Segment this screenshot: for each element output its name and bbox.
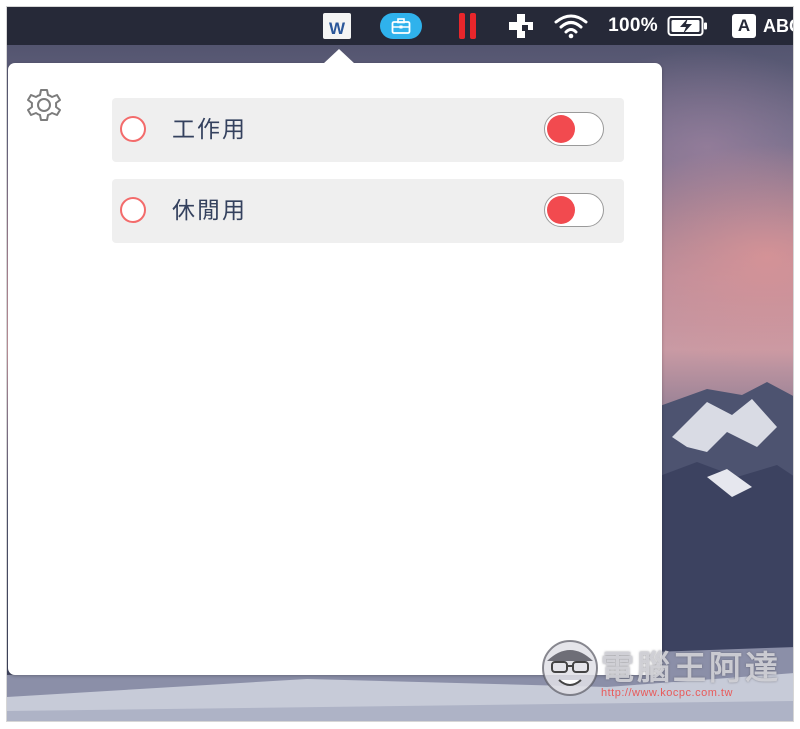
gear-icon xyxy=(27,89,61,121)
puzzle-menu-item[interactable] xyxy=(503,7,539,45)
profile-radio-work[interactable] xyxy=(120,116,146,142)
popover-arrow xyxy=(323,49,355,64)
profile-label-work: 工作用 xyxy=(172,117,247,143)
menu-bar: W 100% A AB xyxy=(7,7,793,45)
profile-toggle-leisure[interactable] xyxy=(544,193,604,227)
profile-row-work[interactable]: 工作用 xyxy=(112,98,624,162)
input-source-name: ABC xyxy=(763,15,793,36)
pause-icon xyxy=(459,13,476,39)
mascot-face-icon xyxy=(542,640,598,696)
battery-charging-icon xyxy=(667,16,707,36)
input-source-icon: A xyxy=(732,14,756,38)
profile-row-leisure[interactable]: 休閒用 xyxy=(112,179,624,243)
pause-menu-item[interactable] xyxy=(453,7,483,45)
input-source-menu-item[interactable]: A xyxy=(729,7,759,45)
profile-toggle-work[interactable] xyxy=(544,112,604,146)
battery-percentage: 100% xyxy=(608,15,658,36)
watermark-url: http://www.kocpc.com.tw xyxy=(601,687,733,699)
battery-menu-item[interactable] xyxy=(665,7,711,45)
site-watermark: 電腦王阿達 http://www.kocpc.com.tw xyxy=(537,635,793,715)
puzzle-icon xyxy=(509,14,533,38)
profile-label-leisure: 休閒用 xyxy=(172,198,247,224)
toggle-knob xyxy=(547,196,575,224)
briefcase-menu-item[interactable] xyxy=(379,7,423,45)
word-icon: W xyxy=(323,13,351,39)
wifi-icon xyxy=(554,14,588,39)
briefcase-icon xyxy=(380,13,422,39)
screenshot-frame: W 100% A AB 工作用 休閒用 電腦王阿達 http://www.koc… xyxy=(6,6,794,722)
toggle-knob xyxy=(547,115,575,143)
wifi-menu-item[interactable] xyxy=(551,7,591,45)
watermark-title: 電腦王阿達 xyxy=(601,648,781,687)
word-icon-letter: W xyxy=(328,19,346,38)
word-menu-item[interactable]: W xyxy=(317,7,357,45)
profile-radio-leisure[interactable] xyxy=(120,197,146,223)
menu-bar-popover: 工作用 休閒用 xyxy=(8,49,662,675)
settings-button[interactable] xyxy=(22,83,66,127)
